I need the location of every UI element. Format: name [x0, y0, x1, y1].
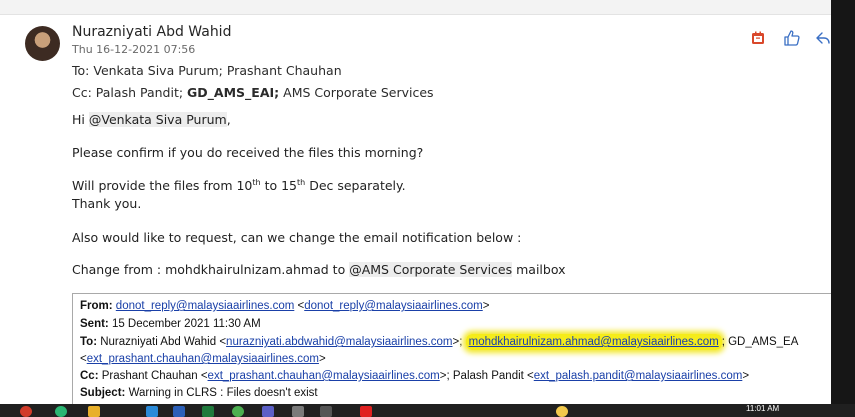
- fwd-from-lt: <: [294, 300, 305, 312]
- fwd-sent-label: Sent:: [80, 318, 109, 330]
- fwd-subject-line: Subject: Warning in CLRS : Files doesn't…: [80, 387, 318, 399]
- cc-recipient-1[interactable]: Palash Pandit;: [96, 85, 183, 100]
- to-value[interactable]: Venkata Siva Purum; Prashant Chauhan: [93, 63, 341, 78]
- sender-name[interactable]: Nurazniyati Abd Wahid: [72, 24, 231, 40]
- body-line-files: Will provide the files from 10th to 15th…: [72, 178, 406, 193]
- files-sup-1: th: [252, 178, 261, 187]
- forwarded-message-screenshot: From: donot_reply@malaysiaairlines.com <…: [72, 293, 831, 404]
- mail-icon[interactable]: [146, 406, 158, 417]
- fwd-to-gt-2: >: [318, 353, 326, 365]
- fwd-to-link-1[interactable]: nurazniyati.abdwahid@malaysiaairlines.co…: [226, 336, 452, 348]
- calendar-icon[interactable]: [749, 28, 767, 48]
- fwd-cc-mid: >; Palash Pandit <: [439, 370, 534, 382]
- fwd-from-line: From: donot_reply@malaysiaairlines.com <…: [80, 300, 489, 312]
- thumbs-up-icon[interactable]: [780, 28, 802, 48]
- fwd-to-sep-2: ; GD_AMS_EA: [721, 336, 799, 348]
- fwd-from-label: From:: [80, 300, 113, 312]
- files-text-c: Dec separately.: [305, 178, 406, 194]
- change-text-b: mailbox: [512, 262, 566, 277]
- body-line-thanks: Thank you.: [72, 196, 142, 211]
- body-line-change: Change from : mohdkhairulnizam.ahmad to …: [72, 262, 566, 277]
- body-line-confirm: Please confirm if you do received the fi…: [72, 145, 424, 160]
- sent-date: Thu 16-12-2021 07:56: [72, 43, 196, 56]
- cc-recipient-3[interactable]: AMS Corporate Services: [283, 85, 433, 100]
- fwd-to-highlighted-link[interactable]: mohdkhairulnizam.ahmad@malaysiaairlines.…: [465, 334, 722, 350]
- fwd-to-line-cont: <ext_prashant.chauhan@malaysiaairlines.c…: [80, 353, 326, 365]
- excel-icon[interactable]: [202, 406, 214, 417]
- fwd-subject-label: Subject:: [80, 387, 126, 399]
- fwd-from-link-1[interactable]: donot_reply@malaysiaairlines.com: [116, 300, 295, 312]
- mention-venkata[interactable]: @Venkata Siva Purum: [88, 112, 227, 127]
- app-icon-red[interactable]: [20, 406, 32, 417]
- fwd-cc-label: Cc:: [80, 370, 99, 382]
- fwd-to-link-2[interactable]: ext_prashant.chauhan@malaysiaairlines.co…: [87, 353, 319, 365]
- word-icon[interactable]: [173, 406, 185, 417]
- fwd-to-lt-2: <: [80, 353, 87, 365]
- fwd-from-gt: >: [482, 300, 490, 312]
- window-edge: [831, 0, 855, 404]
- fwd-cc-link-2[interactable]: ext_palash.pandit@malaysiaairlines.com: [534, 370, 743, 382]
- sender-avatar[interactable]: [25, 26, 60, 61]
- fwd-cc-gt: >: [742, 370, 750, 382]
- settings-icon[interactable]: [292, 406, 304, 417]
- fwd-cc-link-1[interactable]: ext_prashant.chauhan@malaysiaairlines.co…: [208, 370, 440, 382]
- weather-icon[interactable]: [556, 406, 568, 417]
- fwd-to-line: To: Nurazniyati Abd Wahid <nurazniyati.a…: [80, 334, 799, 350]
- to-recipients: To: Venkata Siva Purum; Prashant Chauhan: [72, 63, 342, 78]
- fwd-sent-value: 15 December 2021 11:30 AM: [108, 318, 261, 330]
- fwd-to-sep-1: >;: [452, 336, 466, 348]
- files-text-a: Will provide the files from 10: [72, 178, 253, 194]
- fwd-subject-value: Warning in CLRS : Files doesn't exist: [125, 387, 318, 399]
- files-text-b: to 15: [260, 178, 297, 194]
- taskbar: 11:01 AM: [0, 404, 855, 417]
- fwd-sent-line: Sent: 15 December 2021 11:30 AM: [80, 318, 261, 330]
- cc-recipient-group[interactable]: GD_AMS_EAI;: [187, 85, 279, 100]
- greeting-prefix: Hi: [72, 112, 85, 127]
- chrome-icon[interactable]: [232, 406, 244, 417]
- reply-icon[interactable]: [814, 28, 831, 48]
- fwd-from-link-2[interactable]: donot_reply@malaysiaairlines.com: [304, 300, 483, 312]
- cc-label: Cc:: [72, 85, 92, 100]
- email-reading-pane: Nurazniyati Abd Wahid Thu 16-12-2021 07:…: [0, 0, 831, 404]
- teams-icon[interactable]: [262, 406, 274, 417]
- taskbar-clock[interactable]: 11:01 AM: [746, 404, 779, 413]
- to-label: To:: [72, 63, 90, 78]
- file-explorer-icon[interactable]: [88, 406, 100, 417]
- app-icon-grey[interactable]: [320, 406, 332, 417]
- fwd-cc-line: Cc: Prashant Chauhan <ext_prashant.chauh…: [80, 370, 749, 382]
- greeting-line: Hi @Venkata Siva Purum,: [72, 112, 231, 127]
- app-icon-f[interactable]: [360, 406, 372, 417]
- fwd-cc-name-1: Prashant Chauhan <: [98, 370, 208, 382]
- fwd-to-name-1: Nurazniyati Abd Wahid <: [97, 336, 227, 348]
- change-text-a: Change from : mohdkhairulnizam.ahmad to: [72, 262, 350, 277]
- mention-ams-corporate[interactable]: @AMS Corporate Services: [349, 262, 513, 277]
- body-line-request: Also would like to request, can we chang…: [72, 230, 522, 245]
- cc-recipients: Cc: Palash Pandit; GD_AMS_EAI; AMS Corpo…: [72, 85, 434, 100]
- fwd-to-label: To:: [80, 336, 98, 348]
- edge-browser-icon[interactable]: [55, 406, 67, 417]
- greeting-suffix: ,: [226, 112, 231, 127]
- files-sup-2: th: [297, 178, 306, 187]
- previous-message-edge: [0, 0, 831, 15]
